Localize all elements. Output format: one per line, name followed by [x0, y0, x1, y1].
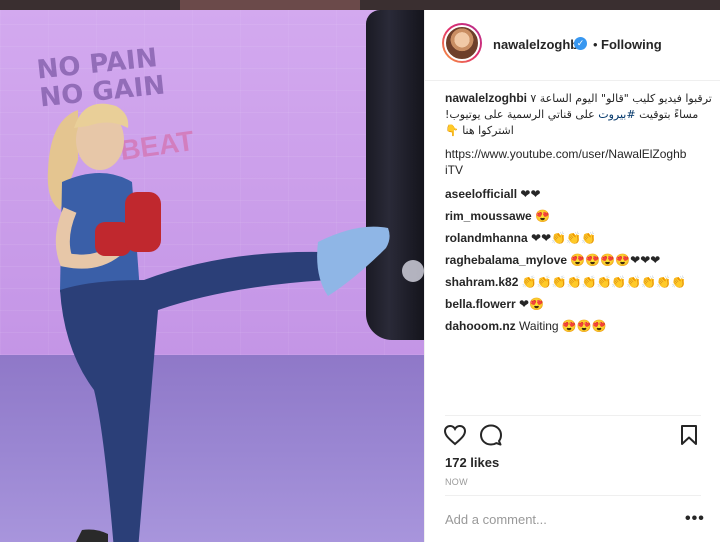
verified-badge-icon: ✓: [574, 37, 587, 50]
caption-line-3: اشتركوا هنا 👇: [445, 122, 514, 139]
comment-text: ❤😍: [519, 297, 545, 311]
caption-url-link[interactable]: https://www.youtube.com/user/NawalElZogh…: [445, 147, 686, 161]
comment-username-link[interactable]: shahram.k82: [445, 275, 518, 289]
caption: nawalelzoghbi ترقبوا فيديو كليب "قالو" ا…: [445, 90, 712, 186]
comment-row: dahooom.nz Waiting 😍😍😍: [445, 318, 711, 340]
author-username-link[interactable]: nawalelzoghbi: [493, 37, 582, 52]
heart-icon[interactable]: [443, 424, 467, 446]
comment-username-link[interactable]: rolandmhanna: [445, 231, 528, 245]
bookmark-icon[interactable]: [680, 424, 698, 446]
comment-row: shahram.k82 👏👏👏👏👏👏👏👏👏👏👏: [445, 274, 711, 296]
comment-username-link[interactable]: bella.flowerr: [445, 297, 516, 311]
comment-row: aseelofficiall ❤❤: [445, 186, 711, 208]
caption-url-line-2: iTV: [445, 162, 463, 178]
avatar[interactable]: [444, 25, 480, 61]
comment-text: ❤❤: [520, 187, 541, 201]
add-comment-input[interactable]: Add a comment...: [445, 512, 547, 527]
post-side-panel: nawalelzoghbi ✓ • Following nawalelzoghb…: [424, 10, 720, 542]
likes-count[interactable]: 172 likes: [445, 455, 499, 470]
following-button[interactable]: Following: [601, 37, 662, 52]
comment-row: bella.flowerr ❤😍: [445, 296, 711, 318]
caption-text-3: اشتركوا هنا 👇: [445, 124, 514, 137]
comment-username-link[interactable]: dahooom.nz: [445, 319, 516, 333]
header-separator: •: [593, 37, 598, 52]
comment-username-link[interactable]: aseelofficiall: [445, 187, 517, 201]
caption-author-link[interactable]: nawalelzoghbi: [445, 91, 527, 105]
caption-url-line-1: https://www.youtube.com/user/NawalElZogh…: [445, 146, 686, 162]
top-strip-shade: [180, 0, 360, 10]
comment-text: ❤❤👏👏👏: [531, 231, 596, 245]
browser-top-strip: [0, 0, 720, 10]
author-avatar-ring[interactable]: [442, 23, 482, 63]
more-options-icon[interactable]: •••: [685, 510, 705, 528]
post-timestamp: NOW: [445, 477, 468, 487]
caption-url-link-cont[interactable]: iTV: [445, 163, 463, 177]
caption-text-2b: على قناتي الرسمية على يوتيوب!: [445, 108, 599, 121]
comment-row: rolandmhanna ❤❤👏👏👏: [445, 230, 711, 252]
caption-text-1: ترقبوا فيديو كليب "قالو" اليوم الساعة ٧: [530, 92, 712, 105]
comment-text: 😍: [535, 209, 551, 223]
post-photo[interactable]: NO PAIN NO GAIN BEAT: [0, 10, 424, 542]
comment-text: 👏👏👏👏👏👏👏👏👏👏👏: [521, 275, 687, 289]
comment-row: raghebalama_mylove 😍😍😍😍❤❤❤: [445, 252, 711, 274]
kickboxer-figure: [47, 103, 390, 542]
comment-text: 😍😍😍😍❤❤❤: [570, 253, 661, 267]
caption-text-2a: مساءً بتوقيت: [635, 108, 699, 121]
comment-icon[interactable]: [479, 424, 503, 446]
comment-username-link[interactable]: raghebalama_mylove: [445, 253, 567, 267]
post-header: nawalelzoghbi ✓ • Following: [425, 10, 720, 81]
hashtag-link[interactable]: #بيروت: [598, 108, 635, 121]
comment-text: Waiting 😍😍😍: [519, 319, 607, 333]
caption-line-2: مساءً بتوقيت #بيروت على قناتي الرسمية عل…: [445, 106, 698, 123]
actions-divider: [445, 415, 701, 416]
comment-row: rim_moussawe 😍: [445, 208, 711, 230]
comment-username-link[interactable]: rim_moussawe: [445, 209, 532, 223]
comments-list: nawalelzoghbi ترقبوا فيديو كليب "قالو" ا…: [445, 90, 712, 340]
comment-box-divider: [445, 495, 701, 496]
caption-line-1: nawalelzoghbi ترقبوا فيديو كليب "قالو" ا…: [445, 90, 712, 107]
